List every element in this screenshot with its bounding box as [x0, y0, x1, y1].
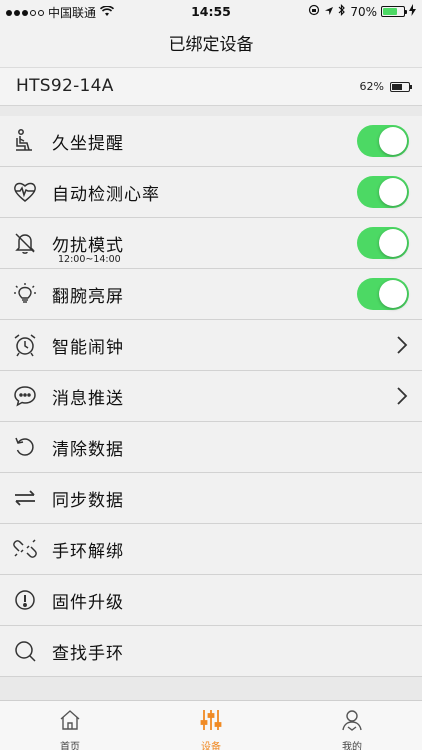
- setting-firmware-upgrade[interactable]: 固件升级: [0, 575, 422, 626]
- chevron-right-icon: [397, 336, 408, 354]
- firmware-icon: [12, 587, 38, 613]
- sitting-person-icon: [12, 128, 38, 154]
- setting-auto-heart-rate[interactable]: 自动检测心率: [0, 167, 422, 218]
- heartbeat-icon: [12, 179, 38, 205]
- nav-bar: 已绑定设备: [0, 22, 422, 68]
- setting-do-not-disturb[interactable]: 勿扰模式 12:00~14:00: [0, 218, 422, 269]
- battery-percent: 70%: [350, 4, 377, 19]
- setting-label: 自动检测心率: [52, 185, 160, 205]
- tab-label: 设备: [201, 742, 221, 750]
- status-right: 70%: [308, 4, 416, 19]
- setting-message-push[interactable]: 消息推送: [0, 371, 422, 422]
- tab-label: 首页: [60, 742, 80, 750]
- sync-arrows-icon: [12, 485, 38, 511]
- wrist-raise-screen-toggle[interactable]: [357, 278, 409, 310]
- message-bubble-icon: [12, 383, 38, 409]
- alarm-clock-icon: [12, 332, 38, 358]
- bell-off-icon: [12, 230, 38, 256]
- sliders-icon: [200, 710, 222, 730]
- tab-label: 我的: [342, 742, 362, 750]
- lightbulb-icon: [12, 281, 38, 307]
- device-info-row: HTS92-14A 62%: [0, 68, 422, 106]
- charging-icon: [409, 4, 416, 19]
- refresh-icon: [12, 434, 38, 460]
- setting-label: 勿扰模式: [52, 236, 124, 256]
- bluetooth-icon: [338, 4, 346, 19]
- settings-list: 久坐提醒 自动检测心率 勿扰模式 12:00~14:00 翻腕亮屏 智能闹钟 消…: [0, 116, 422, 677]
- tab-home[interactable]: 首页: [0, 701, 140, 750]
- dnd-time-range: 12:00~14:00: [58, 254, 121, 265]
- setting-label: 同步数据: [52, 491, 124, 511]
- setting-label: 智能闹钟: [52, 338, 124, 358]
- tab-device[interactable]: 设备: [141, 701, 281, 750]
- setting-clear-data[interactable]: 清除数据: [0, 422, 422, 473]
- device-battery-icon: [390, 81, 412, 92]
- setting-sync-data[interactable]: 同步数据: [0, 473, 422, 524]
- tab-mine[interactable]: 我的: [282, 701, 422, 750]
- auto-heart-rate-toggle[interactable]: [357, 176, 409, 208]
- do-not-disturb-toggle[interactable]: [357, 227, 409, 259]
- setting-sedentary-reminder[interactable]: 久坐提醒: [0, 116, 422, 167]
- setting-find-band[interactable]: 查找手环: [0, 626, 422, 677]
- setting-label: 清除数据: [52, 440, 124, 460]
- setting-wrist-raise-screen[interactable]: 翻腕亮屏: [0, 269, 422, 320]
- profile-icon: [342, 710, 362, 731]
- setting-label: 手环解绑: [52, 542, 124, 562]
- home-icon: [60, 710, 80, 730]
- setting-label: 查找手环: [52, 644, 124, 664]
- device-battery: 62%: [359, 80, 412, 93]
- status-bar: 中国联通 14:55 70%: [0, 0, 422, 22]
- setting-label: 久坐提醒: [52, 134, 124, 154]
- location-icon: [324, 5, 334, 19]
- search-icon: [12, 638, 38, 664]
- chevron-right-icon: [397, 387, 408, 405]
- setting-unbind-band[interactable]: 手环解绑: [0, 524, 422, 575]
- device-battery-percent: 62%: [359, 80, 384, 93]
- setting-label: 翻腕亮屏: [52, 287, 124, 307]
- setting-smart-alarm[interactable]: 智能闹钟: [0, 320, 422, 371]
- page-title: 已绑定设备: [168, 35, 254, 55]
- setting-label: 固件升级: [52, 593, 124, 613]
- setting-label: 消息推送: [52, 389, 124, 409]
- unlink-icon: [12, 536, 38, 562]
- battery-icon: [381, 6, 407, 17]
- device-name: HTS92-14A: [16, 76, 114, 96]
- sedentary-reminder-toggle[interactable]: [357, 125, 409, 157]
- rotation-lock-icon: [308, 4, 320, 19]
- tab-bar: 首页 设备 我的: [0, 700, 422, 750]
